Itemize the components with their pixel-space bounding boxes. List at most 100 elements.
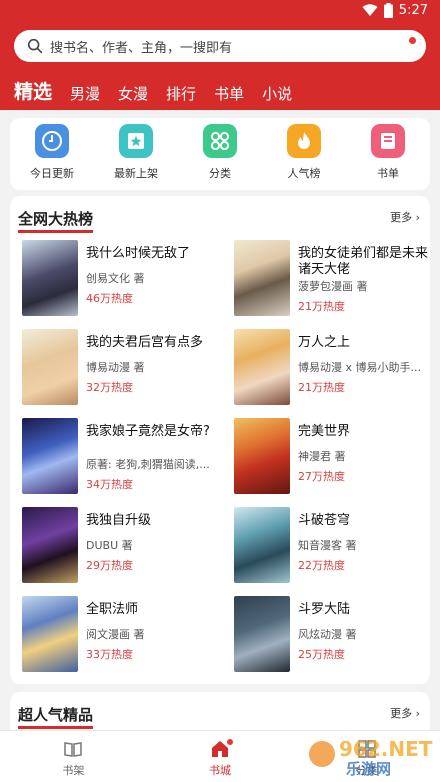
more-button[interactable]: 更多 ›: [390, 705, 420, 721]
clock-icon: [35, 124, 69, 158]
quicknav-label: 今日更新: [30, 167, 74, 180]
book-cover: [22, 507, 78, 583]
book-title: 我的夫君后宫有点多: [86, 335, 204, 350]
book-heat: 25万热度: [298, 648, 345, 661]
header-bar: 5:27 搜书名、作者、主角，一搜即有 精选 男漫 女漫 排行 书单 小说: [0, 0, 440, 110]
book-heat: 22万热度: [298, 559, 345, 572]
book-author: 创易文化 著: [86, 272, 145, 285]
book-item[interactable]: 我的夫君后宫有点多 博易动漫 著 32万热度: [18, 329, 218, 413]
book-heat: 21万热度: [298, 300, 345, 313]
book-item[interactable]: 我家娘子竟然是女帝? 原著: 老狗,刺猬猫阅读,... 34万热度: [18, 418, 218, 502]
quicknav-label: 分类: [209, 167, 231, 180]
book-cover: [234, 507, 290, 583]
quicknav-category[interactable]: 分类: [185, 124, 255, 181]
book-cover: [22, 329, 78, 405]
book-item[interactable]: 我独自升级 DUBU 著 29万热度: [18, 507, 218, 591]
book-cover: [234, 596, 290, 672]
notification-dot: [226, 739, 233, 745]
book-cover: [22, 596, 78, 672]
title-underline: [18, 230, 94, 233]
book-author: 神漫君 著: [298, 450, 346, 463]
quicknav-label: 人气榜: [287, 167, 321, 180]
book-heat: 21万热度: [298, 381, 345, 394]
quicknav-new-arrivals[interactable]: 最新上架: [101, 124, 171, 181]
book-author: 菠萝包漫画 著: [298, 280, 368, 293]
book-heat: 32万热度: [86, 381, 133, 394]
book-icon: [371, 124, 405, 158]
book-title: 我什么时候无敌了: [86, 246, 191, 261]
book-heat: 46万热度: [86, 292, 133, 305]
book-cover: [234, 418, 290, 494]
bookshelf-icon: [64, 742, 83, 757]
book-author: 风炫动漫 著: [298, 628, 357, 641]
book-title: 万人之上: [298, 335, 351, 350]
book-author: 博易动漫 著: [86, 361, 145, 374]
book-item[interactable]: 斗破苍穹 知音漫客 著 22万热度: [230, 507, 430, 591]
tab-male-comics[interactable]: 男漫: [70, 83, 100, 104]
book-author: DUBU 著: [86, 539, 133, 552]
wifi-icon: [362, 4, 378, 16]
nav-bookstore[interactable]: 书城: [165, 731, 275, 782]
nav-bookshelf[interactable]: 书架: [18, 731, 128, 782]
flame-icon: [287, 124, 321, 158]
star-box-icon: [119, 124, 153, 158]
search-icon: [27, 38, 43, 54]
book-author: 阅文漫画 著: [86, 628, 145, 641]
quicknav-booklist[interactable]: 书单: [353, 124, 423, 181]
book-title: 我家娘子竟然是女帝?: [86, 424, 210, 439]
book-heat: 34万热度: [86, 478, 133, 491]
book-item[interactable]: 我什么时候无敌了 创易文化 著 46万热度: [18, 240, 218, 324]
book-heat: 27万热度: [298, 470, 345, 483]
book-title: 我独自升级: [86, 513, 152, 528]
hot-ranking-section: 全网大热榜 更多 › 我什么时候无敌了 创易文化 著 46万热度 我的女徒弟们都…: [10, 196, 430, 684]
notification-dot: [409, 37, 416, 44]
book-item[interactable]: 斗罗大陆 风炫动漫 著 25万热度: [230, 596, 430, 680]
tab-booklist[interactable]: 书单: [214, 83, 244, 104]
book-author: 博易动漫 x 博易小助手...: [298, 361, 421, 374]
book-item[interactable]: 万人之上 博易动漫 x 博易小助手... 21万热度: [230, 329, 430, 413]
more-label: 更多: [390, 211, 413, 224]
quicknav-popular[interactable]: 人气榜: [269, 124, 339, 181]
title-underline: [18, 726, 94, 729]
category-tabs: 精选 男漫 女漫 排行 书单 小说: [14, 74, 292, 104]
book-author: 知音漫客 著: [298, 539, 357, 552]
book-cover: [22, 418, 78, 494]
svg-text:乐游网: 乐游网: [346, 760, 391, 778]
book-item[interactable]: 全职法师 阅文漫画 著 33万热度: [18, 596, 218, 680]
quick-nav: 今日更新 最新上架 分类 人气榜 书单: [10, 118, 430, 190]
book-cover: [234, 329, 290, 405]
tab-female-comics[interactable]: 女漫: [118, 83, 148, 104]
search-input[interactable]: 搜书名、作者、主角，一搜即有: [14, 30, 426, 62]
section-title-text: 超人气精品: [18, 706, 94, 724]
tab-novel[interactable]: 小说: [262, 83, 292, 104]
book-author: 原著: 老狗,刺猬猫阅读,...: [86, 458, 210, 471]
section-title: 全网大热榜: [18, 208, 94, 233]
tab-featured[interactable]: 精选: [14, 77, 52, 104]
nav-label: 书城: [208, 764, 231, 777]
book-item[interactable]: 完美世界 神漫君 著 27万热度: [230, 418, 430, 502]
watermark-logo: 962.NET 乐游网: [309, 737, 433, 778]
tab-ranking[interactable]: 排行: [166, 83, 196, 104]
quicknav-label: 最新上架: [114, 167, 158, 180]
battery-icon: [383, 3, 393, 18]
book-title: 斗破苍穹: [298, 513, 351, 528]
book-cover: [234, 240, 290, 316]
nav-label: 书架: [62, 764, 85, 777]
book-title: 我的女徒弟们都是未来诸天大佬: [298, 246, 429, 277]
quicknav-today-update[interactable]: 今日更新: [17, 124, 87, 181]
book-cover: [22, 240, 78, 316]
clock-time: 5:27: [398, 3, 428, 18]
chevron-right-icon: ›: [415, 707, 420, 720]
search-placeholder: 搜书名、作者、主角，一搜即有: [50, 40, 233, 56]
popular-picks-section: 超人气精品 更多 ›: [10, 692, 430, 732]
book-title: 完美世界: [298, 424, 351, 439]
book-heat: 33万热度: [86, 648, 133, 661]
book-item[interactable]: 我的女徒弟们都是未来诸天大佬 菠萝包漫画 著 21万热度: [230, 240, 430, 324]
section-title: 超人气精品: [18, 704, 94, 729]
book-title: 斗罗大陆: [298, 602, 351, 617]
quicknav-label: 书单: [377, 167, 399, 180]
section-title-text: 全网大热榜: [18, 210, 94, 228]
svg-text:962.NET: 962.NET: [339, 737, 433, 761]
more-button[interactable]: 更多 ›: [390, 209, 420, 225]
more-label: 更多: [390, 707, 413, 720]
